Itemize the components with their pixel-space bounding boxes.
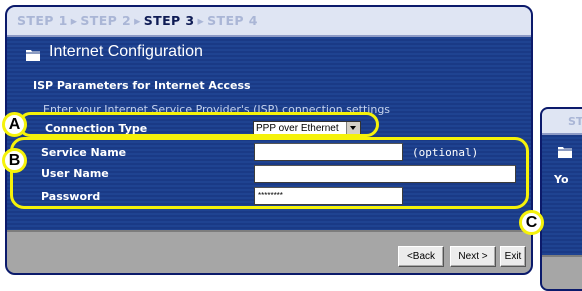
second-step-label: STE <box>568 115 582 128</box>
highlight-connection-type <box>18 112 379 137</box>
folder-icon <box>558 147 572 158</box>
step-2: STEP 2 <box>80 13 132 28</box>
callout-c: C <box>519 210 544 235</box>
step-progress-bar: STEP 1 ▸ STEP 2 ▸ STEP 3 ▸ STEP 4 <box>7 7 531 37</box>
page-title: Internet Configuration <box>49 43 203 60</box>
step-arrow-icon: ▸ <box>197 13 205 28</box>
callout-b: B <box>2 148 27 173</box>
step-arrow-icon: ▸ <box>70 13 78 28</box>
step-arrow-icon: ▸ <box>134 13 141 28</box>
second-button-bar <box>542 255 582 289</box>
folder-icon <box>26 50 40 61</box>
step-labels: STEP 1 ▸ STEP 2 ▸ STEP 3 ▸ STEP 4 <box>17 13 258 28</box>
back-button[interactable]: <Back <box>398 246 444 267</box>
section-title: ISP Parameters for Internet Access <box>33 79 251 92</box>
next-button[interactable]: Next > <box>450 246 496 267</box>
second-wizard-panel: STE Yo <box>540 107 582 291</box>
second-panel-text: Yo <box>554 173 569 186</box>
highlight-login-fields <box>10 137 529 209</box>
second-step-bar: STE <box>542 109 582 135</box>
exit-button[interactable]: Exit <box>500 246 526 267</box>
callout-a: A <box>2 112 27 137</box>
step-4: STEP 4 <box>207 13 258 28</box>
step-1: STEP 1 <box>17 13 68 28</box>
step-3-current: STEP 3 <box>143 13 195 28</box>
